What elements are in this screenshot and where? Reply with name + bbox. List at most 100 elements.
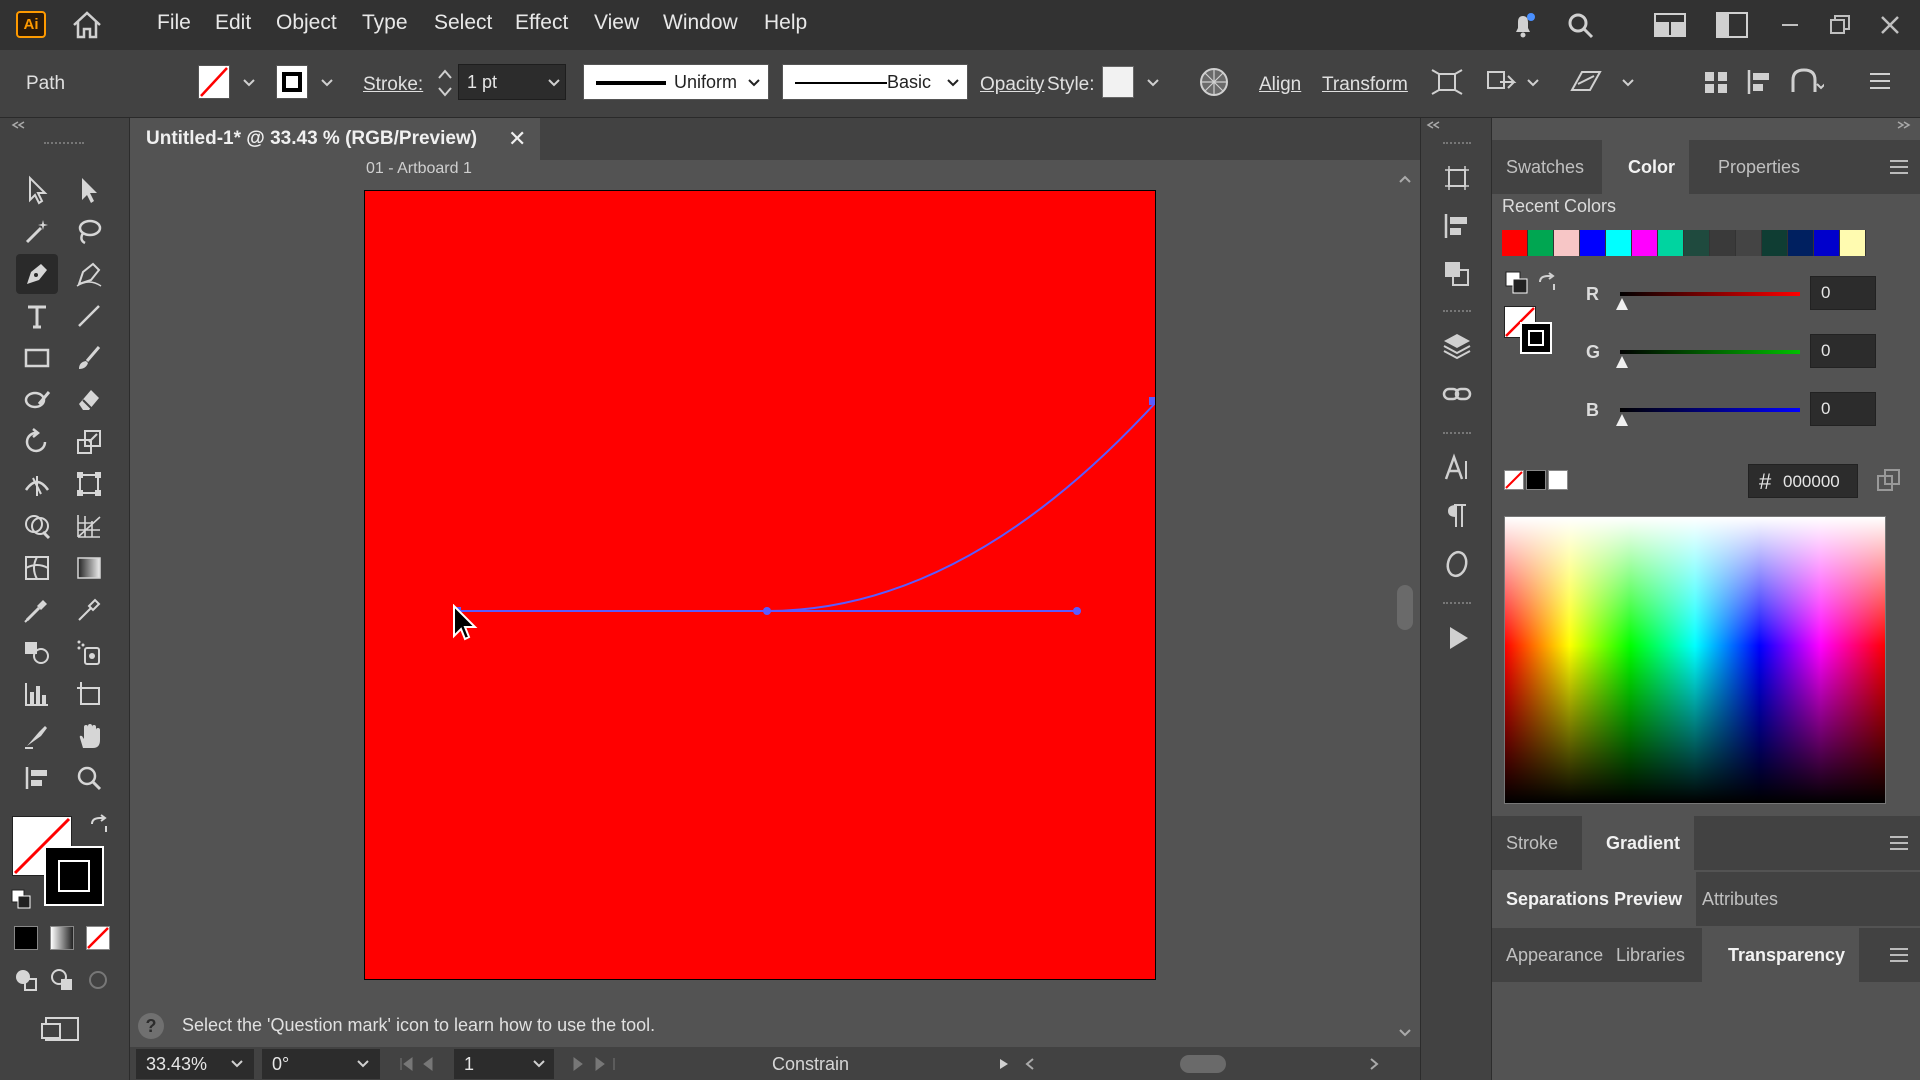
arch-warp-icon[interactable] [1788, 64, 1826, 100]
recent-color-swatch[interactable] [1528, 230, 1554, 256]
recent-color-swatch[interactable] [1554, 230, 1580, 256]
tab-separations-preview[interactable]: Separations Preview [1492, 872, 1697, 926]
color-mode-button[interactable] [14, 926, 38, 950]
expand-dock-left-icon[interactable] [1425, 120, 1441, 130]
r-value-field[interactable]: 0 [1810, 276, 1876, 310]
shape-mode-chevron-icon[interactable] [1526, 78, 1540, 88]
distribute-icon[interactable] [1744, 64, 1776, 100]
shape-mode-icon[interactable] [1484, 64, 1520, 100]
isolate-object-icon[interactable] [1430, 64, 1464, 100]
path-artwork[interactable] [365, 191, 1155, 979]
recent-color-swatch[interactable] [1658, 230, 1684, 256]
mesh-tool-icon[interactable] [16, 548, 58, 588]
rectangle-tool-icon[interactable] [16, 338, 58, 378]
align-grid-icon[interactable] [1700, 64, 1732, 100]
color-spectrum[interactable] [1504, 516, 1886, 804]
align-link[interactable]: Align [1259, 74, 1301, 96]
stroke-weight-chevron-icon[interactable] [547, 78, 561, 88]
scroll-left-icon[interactable] [1024, 1057, 1036, 1071]
document-tab[interactable]: Untitled-1* @ 33.43 % (RGB/Preview) ✕ [130, 118, 540, 160]
recent-color-swatch[interactable] [1684, 230, 1710, 256]
symbol-sprayer-tool-icon[interactable] [68, 632, 110, 672]
character-panel-icon[interactable] [1438, 450, 1476, 486]
style-chevron-icon[interactable] [1146, 78, 1160, 88]
tab-properties[interactable]: Properties [1704, 140, 1814, 194]
b-value-field[interactable]: 0 [1810, 392, 1876, 426]
b-slider-knob[interactable] [1616, 414, 1628, 426]
quick-black-swatch[interactable] [1526, 470, 1546, 490]
tab-appearance[interactable]: Appearance [1492, 928, 1617, 982]
menu-object[interactable]: Object [276, 11, 337, 35]
canvas[interactable]: 01 - Artboard 1 [130, 160, 1390, 1000]
menu-edit[interactable]: Edit [215, 11, 251, 35]
quick-none-swatch[interactable] [1504, 470, 1524, 490]
menu-window[interactable]: Window [663, 11, 738, 35]
rotate-tool-icon[interactable] [16, 422, 58, 462]
free-transform-tool-icon[interactable] [68, 464, 110, 504]
shaper-tool-icon[interactable] [16, 380, 58, 420]
fill-dropdown-chevron-icon[interactable] [242, 78, 256, 88]
r-slider-track[interactable] [1620, 292, 1800, 296]
control-panel-menu-icon[interactable] [1868, 68, 1892, 96]
recent-color-swatch[interactable] [1632, 230, 1658, 256]
fill-none-swatch[interactable] [198, 65, 230, 99]
stroke-color-box[interactable] [44, 846, 104, 906]
direct-selection-tool-icon[interactable] [68, 170, 110, 210]
pen-tool-icon[interactable] [16, 254, 58, 294]
curvature-tool-icon[interactable] [68, 254, 110, 294]
artboard-tool-icon[interactable] [68, 674, 110, 714]
menu-view[interactable]: View [594, 11, 639, 35]
gradient-mode-button[interactable] [50, 926, 74, 950]
color-panel-menu-icon[interactable] [1890, 160, 1908, 174]
menu-file[interactable]: File [157, 11, 191, 35]
menu-type[interactable]: Type [362, 11, 408, 35]
scroll-right-icon[interactable] [1368, 1057, 1380, 1071]
slice-tool-icon[interactable] [16, 716, 58, 756]
rotation-chevron-icon[interactable] [356, 1059, 370, 1069]
scroll-up-icon[interactable] [1398, 174, 1412, 184]
draw-inside-icon[interactable] [86, 968, 110, 992]
recent-color-swatch[interactable] [1710, 230, 1736, 256]
hex-field[interactable]: # 000000 [1748, 464, 1858, 498]
magic-wand-tool-icon[interactable] [16, 212, 58, 252]
tab-swatches[interactable]: Swatches [1492, 140, 1598, 194]
collapse-toolbar-icon[interactable] [10, 120, 26, 130]
collapse-panels-icon[interactable] [1896, 120, 1912, 130]
panel-stroke-box[interactable] [1520, 322, 1552, 354]
menu-help[interactable]: Help [764, 11, 807, 35]
out-of-gamut-icon[interactable] [1876, 468, 1902, 494]
arrange-documents-icon[interactable] [1714, 8, 1750, 42]
pathfinder-panel-icon[interactable] [1438, 256, 1476, 292]
actions-play-icon[interactable] [1438, 620, 1476, 656]
links-panel-icon[interactable] [1438, 376, 1476, 412]
swap-colors-icon[interactable] [1536, 272, 1558, 294]
tab-libraries[interactable]: Libraries [1602, 928, 1699, 982]
variable-width-profile[interactable]: Uniform [583, 64, 769, 100]
vertical-scroll-thumb[interactable] [1397, 585, 1413, 630]
r-slider-knob[interactable] [1616, 298, 1628, 310]
dock-grip[interactable] [1443, 142, 1471, 146]
line-segment-tool-icon[interactable] [68, 296, 110, 336]
zoom-chevron-icon[interactable] [230, 1059, 244, 1069]
default-colors-icon[interactable] [1504, 270, 1530, 296]
hand-tool-icon[interactable] [68, 716, 110, 756]
dock-grip[interactable] [1443, 432, 1471, 436]
selection-tool-icon[interactable] [16, 170, 58, 210]
workspace-layout-icon[interactable] [1652, 8, 1688, 42]
stroke-dropdown-chevron-icon[interactable] [320, 78, 334, 88]
layers-panel-icon[interactable] [1438, 328, 1476, 364]
minimize-icon[interactable] [1772, 8, 1808, 42]
recent-color-swatch[interactable] [1840, 230, 1866, 256]
paintbrush-tool-icon[interactable] [68, 338, 110, 378]
opacity-label[interactable]: Opacity [980, 74, 1044, 96]
quick-white-swatch[interactable] [1548, 470, 1568, 490]
recent-color-swatch[interactable] [1606, 230, 1632, 256]
status-menu-arrow-icon[interactable] [998, 1057, 1010, 1071]
column-graph-tool-icon[interactable] [16, 674, 58, 714]
graphic-style-swatch[interactable] [1102, 66, 1134, 98]
menu-effect[interactable]: Effect [515, 11, 568, 35]
transparency-panel-menu-icon[interactable] [1890, 948, 1908, 962]
scroll-down-icon[interactable] [1398, 1028, 1412, 1038]
g-slider-track[interactable] [1620, 350, 1800, 354]
eyedropper-tool-icon[interactable] [16, 590, 58, 630]
